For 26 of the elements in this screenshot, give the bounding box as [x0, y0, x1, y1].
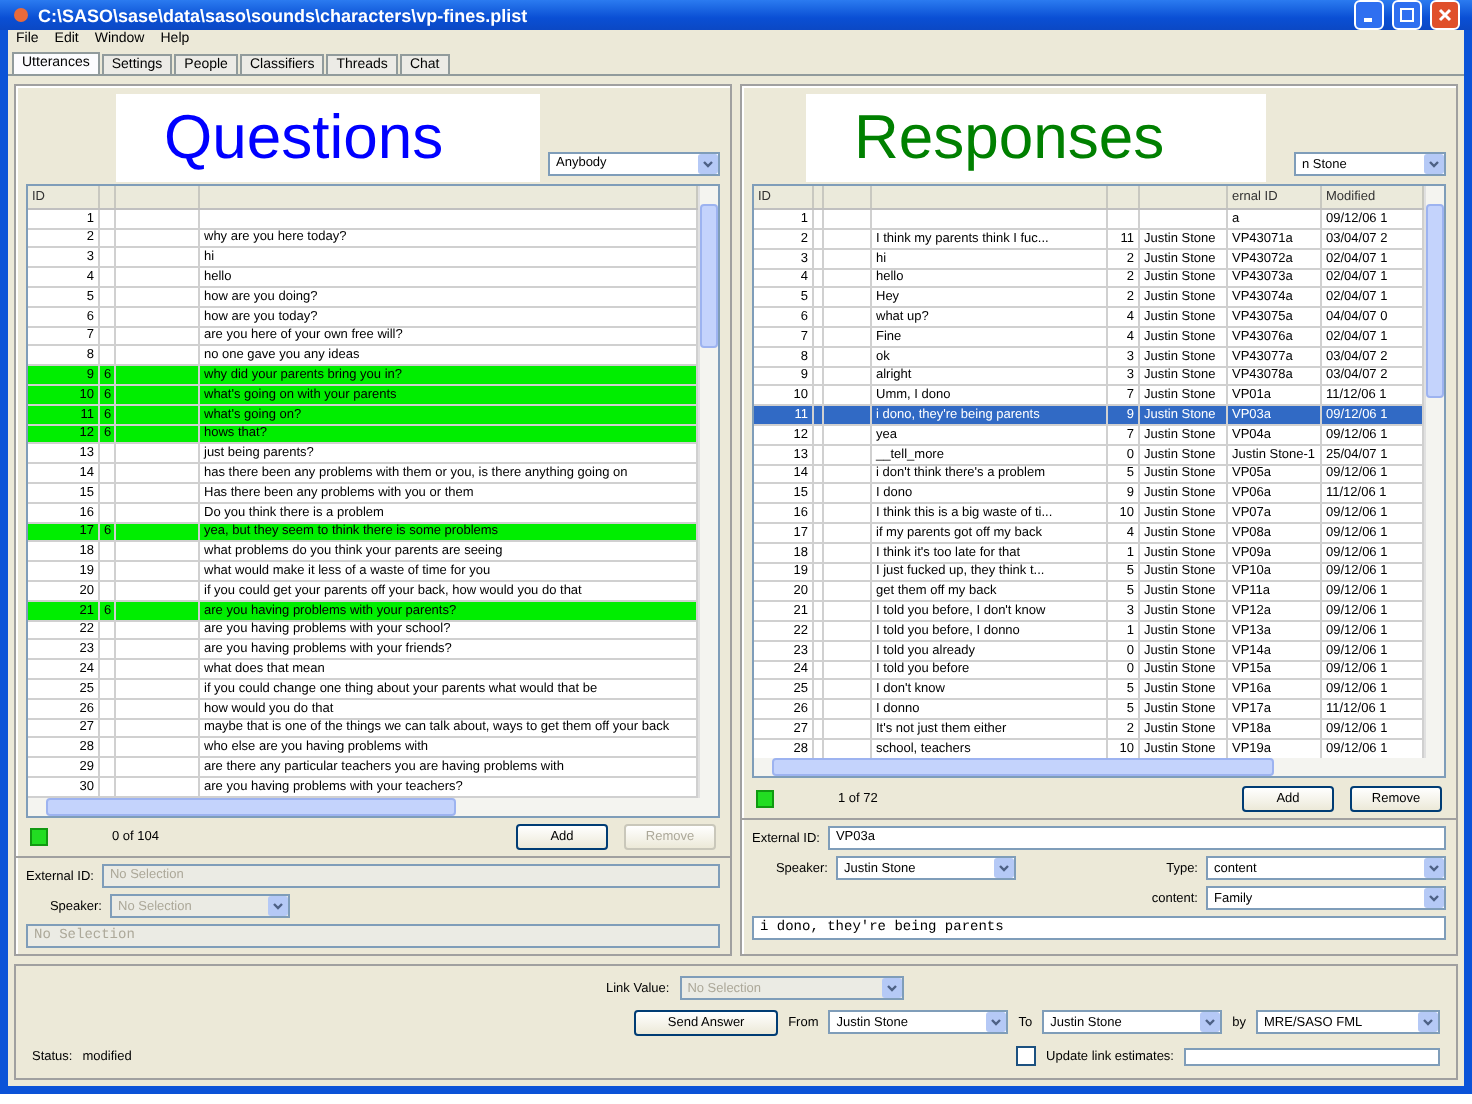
caption-label: Responses — [806, 94, 1266, 182]
scrollbar[interactable] — [1424, 186, 1444, 759]
close-icon — [1438, 8, 1452, 22]
caret-icon — [1418, 1012, 1438, 1032]
app-icon — [12, 6, 30, 24]
status-square-icon — [756, 789, 774, 808]
caret-icon — [698, 153, 718, 174]
input-field[interactable] — [1184, 1047, 1440, 1065]
caret-icon — [1424, 858, 1444, 879]
scrollbar[interactable] — [754, 758, 1444, 777]
scrollbar[interactable] — [698, 185, 718, 797]
minimize-button[interactable] — [1354, 0, 1384, 30]
maximize-button[interactable] — [1392, 0, 1422, 30]
window-title: C:\SASO\sase\data\saso\sounds\characters\vp-fines.plist — [38, 5, 530, 25]
caret-icon — [881, 978, 902, 998]
maximize-icon — [1400, 8, 1414, 22]
close-button[interactable] — [1430, 0, 1460, 30]
caret-icon — [1424, 154, 1444, 174]
status-square-icon — [30, 827, 48, 846]
caret-icon — [268, 896, 288, 916]
caret-icon — [986, 1012, 1007, 1032]
caret-icon — [1424, 888, 1444, 909]
caret-icon — [994, 858, 1014, 879]
caret-icon — [1200, 1012, 1221, 1032]
caption-label: Questions — [116, 94, 540, 182]
checkbox[interactable] — [1016, 1046, 1037, 1066]
